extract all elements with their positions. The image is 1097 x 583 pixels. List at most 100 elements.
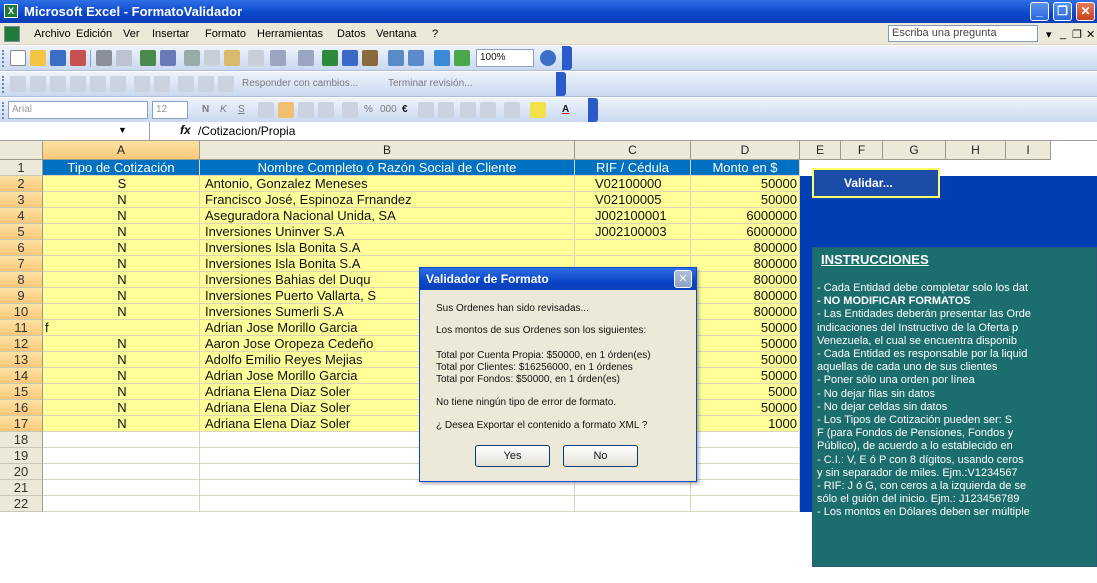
bold-icon[interactable]: N [202, 104, 209, 115]
underline-icon[interactable]: S [238, 104, 245, 115]
cell-d[interactable]: 50000 [691, 336, 800, 352]
row-header[interactable]: 14 [0, 368, 43, 384]
menu-insertar[interactable]: Insertar [152, 28, 189, 40]
review-icon-5[interactable] [90, 76, 106, 92]
review-icon-9[interactable] [178, 76, 194, 92]
row-header[interactable]: 9 [0, 288, 43, 304]
row-header[interactable]: 18 [0, 432, 43, 448]
font-select[interactable]: Arial [8, 101, 148, 119]
cell-b[interactable]: Aseguradora Nacional Unida, SA [200, 208, 575, 224]
cell-d[interactable] [691, 432, 800, 448]
column-header-i[interactable]: I [1006, 141, 1051, 160]
ask-question-input[interactable]: Escriba una pregunta [888, 25, 1038, 42]
row-header[interactable]: 15 [0, 384, 43, 400]
cell-d[interactable]: 50000 [691, 176, 800, 192]
cell-a[interactable]: N [43, 224, 200, 240]
row-header[interactable]: 11 [0, 320, 43, 336]
row-header[interactable]: 6 [0, 240, 43, 256]
cell-d[interactable]: 5000 [691, 384, 800, 400]
cell-a[interactable]: N [43, 240, 200, 256]
print-icon[interactable] [96, 50, 112, 66]
cell-a[interactable] [43, 464, 200, 480]
undo-icon[interactable] [270, 50, 286, 66]
cell-d[interactable]: 800000 [691, 256, 800, 272]
cell-d[interactable]: 50000 [691, 320, 800, 336]
fx-icon[interactable]: fx [180, 123, 191, 137]
copy-icon[interactable] [204, 50, 220, 66]
cell-c[interactable]: RIF / Cédula [575, 160, 691, 176]
review-icon-2[interactable] [30, 76, 46, 92]
italic-icon[interactable]: K [220, 104, 227, 115]
cell-c[interactable] [575, 496, 691, 512]
column-header-d[interactable]: D [691, 141, 800, 160]
align-right-icon[interactable] [298, 102, 314, 118]
column-header-h[interactable]: H [946, 141, 1006, 160]
row-header[interactable]: 16 [0, 400, 43, 416]
cell-d[interactable]: 50000 [691, 368, 800, 384]
cell-b[interactable]: Nombre Completo ó Razón Social de Client… [200, 160, 575, 176]
merge-center-icon[interactable] [318, 102, 334, 118]
column-header-a[interactable]: A [43, 141, 200, 160]
cell-a[interactable] [43, 432, 200, 448]
chart-wizard-icon[interactable] [434, 50, 450, 66]
cell-b[interactable]: Inversiones Isla Bonita S.A [200, 240, 575, 256]
maximize-button[interactable]: ❐ [1053, 2, 1072, 21]
review-icon-10[interactable] [198, 76, 214, 92]
sort-desc-icon[interactable] [408, 50, 424, 66]
borders-icon[interactable] [504, 102, 520, 118]
cell-c[interactable]: J002100003 [575, 224, 691, 240]
fill-color-icon[interactable] [530, 102, 546, 118]
doc-minimize-icon[interactable]: _ [1060, 28, 1066, 40]
new-icon[interactable] [10, 50, 26, 66]
cell-c[interactable]: J002100001 [575, 208, 691, 224]
cell-c[interactable] [575, 240, 691, 256]
web-icon[interactable] [342, 50, 358, 66]
cell-d[interactable]: 50000 [691, 192, 800, 208]
menu-formato[interactable]: Formato [205, 28, 246, 40]
review-icon-7[interactable] [134, 76, 150, 92]
ask-dropdown-icon[interactable]: ▾ [1046, 28, 1052, 41]
minimize-button[interactable]: _ [1030, 2, 1049, 21]
menu-datos[interactable]: Datos [337, 28, 366, 40]
cell-d[interactable]: 50000 [691, 352, 800, 368]
reply-with-changes-link[interactable]: Responder con cambios... [242, 78, 358, 89]
cell-a[interactable]: N [43, 384, 200, 400]
zoom-select[interactable]: 100% [476, 49, 534, 67]
column-header-f[interactable]: F [841, 141, 883, 160]
cell-a[interactable] [43, 448, 200, 464]
menu-ventana[interactable]: Ventana [376, 28, 416, 40]
currency-icon[interactable] [342, 102, 358, 118]
row-header[interactable]: 20 [0, 464, 43, 480]
review-icon-11[interactable] [218, 76, 234, 92]
row-header[interactable]: 7 [0, 256, 43, 272]
hyperlink-icon[interactable] [322, 50, 338, 66]
row-header[interactable]: 5 [0, 224, 43, 240]
row-header[interactable]: 13 [0, 352, 43, 368]
workbook-icon[interactable] [4, 26, 20, 42]
column-header-b[interactable]: B [200, 141, 575, 160]
dialog-close-icon[interactable]: ✕ [674, 270, 692, 288]
doc-close-icon[interactable]: ✕ [1086, 28, 1095, 41]
formula-input[interactable]: /Cotizacion/Propia [198, 124, 295, 138]
cell-b[interactable]: Inversiones Uninver S.A [200, 224, 575, 240]
increase-indent-icon[interactable] [480, 102, 496, 118]
format-painter-icon[interactable] [248, 50, 264, 66]
percent-icon[interactable]: % [364, 104, 373, 115]
help-icon[interactable] [540, 50, 556, 66]
cell-c[interactable]: V02100005 [575, 192, 691, 208]
row-header[interactable]: 19 [0, 448, 43, 464]
cell-b[interactable]: Antonio, Gonzalez Meneses [200, 176, 575, 192]
cell-a[interactable] [43, 480, 200, 496]
cell-d[interactable]: Monto en $ [691, 160, 800, 176]
increase-decimal-icon[interactable] [418, 102, 434, 118]
column-header-g[interactable]: G [883, 141, 946, 160]
cell-a[interactable]: N [43, 416, 200, 432]
row-header[interactable]: 12 [0, 336, 43, 352]
research-icon[interactable] [160, 50, 176, 66]
print-preview-icon[interactable] [116, 50, 132, 66]
cell-a[interactable]: f [43, 320, 200, 336]
menu-ver[interactable]: Ver [123, 28, 140, 40]
row-header[interactable]: 8 [0, 272, 43, 288]
font-size-select[interactable]: 12 [152, 101, 188, 119]
autosum-icon[interactable] [362, 50, 378, 66]
